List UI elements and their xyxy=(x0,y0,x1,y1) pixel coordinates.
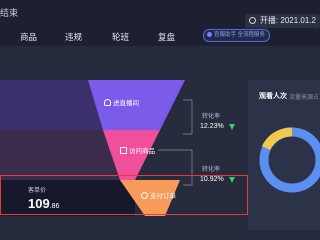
down-arrow-icon xyxy=(229,124,235,130)
top-bar: 结束 开播: 2021.01.2 商品 违规 轮班 复盘 官服助手 全流程服务 xyxy=(0,0,320,46)
stage-label-visit-text: 访问商品 xyxy=(129,148,155,155)
assistant-pill[interactable]: 官服助手 全流程服务 xyxy=(203,29,271,42)
clock-icon xyxy=(248,17,256,25)
stage-label-enter-text: 进直播间 xyxy=(113,100,139,107)
conversion-value-1: 12.23% xyxy=(200,123,224,130)
tab-review[interactable]: 复盘 xyxy=(158,31,175,43)
tab-violations[interactable]: 违规 xyxy=(65,31,82,43)
conversion-label-1: 转化率 xyxy=(202,114,221,120)
live-time-badge: 开播: 2021.01.2 xyxy=(244,14,320,28)
highlight-box xyxy=(0,175,248,215)
bag-icon xyxy=(120,146,127,154)
assistant-icon xyxy=(207,32,212,38)
bracket-line-1 xyxy=(183,99,193,135)
stage-label-enter: 进直播间 xyxy=(104,97,139,107)
time-label: 开播 xyxy=(259,16,276,25)
time-value: 2021.01.2 xyxy=(280,16,316,25)
traffic-source-label: 流量来源占 xyxy=(289,95,320,101)
user-icon xyxy=(104,98,111,106)
tab-goods[interactable]: 商品 xyxy=(20,31,37,43)
conversion-label-2: 转化率 xyxy=(202,167,221,173)
assistant-pill-label: 官服助手 全流程服务 xyxy=(214,32,266,38)
tab-shifts[interactable]: 轮班 xyxy=(112,31,129,43)
traffic-donut-chart xyxy=(259,127,320,193)
viewers-title: 观看人次 xyxy=(259,93,287,100)
stage-label-visit: 访问商品 xyxy=(120,145,155,155)
brand-text: 结束 xyxy=(0,8,19,18)
